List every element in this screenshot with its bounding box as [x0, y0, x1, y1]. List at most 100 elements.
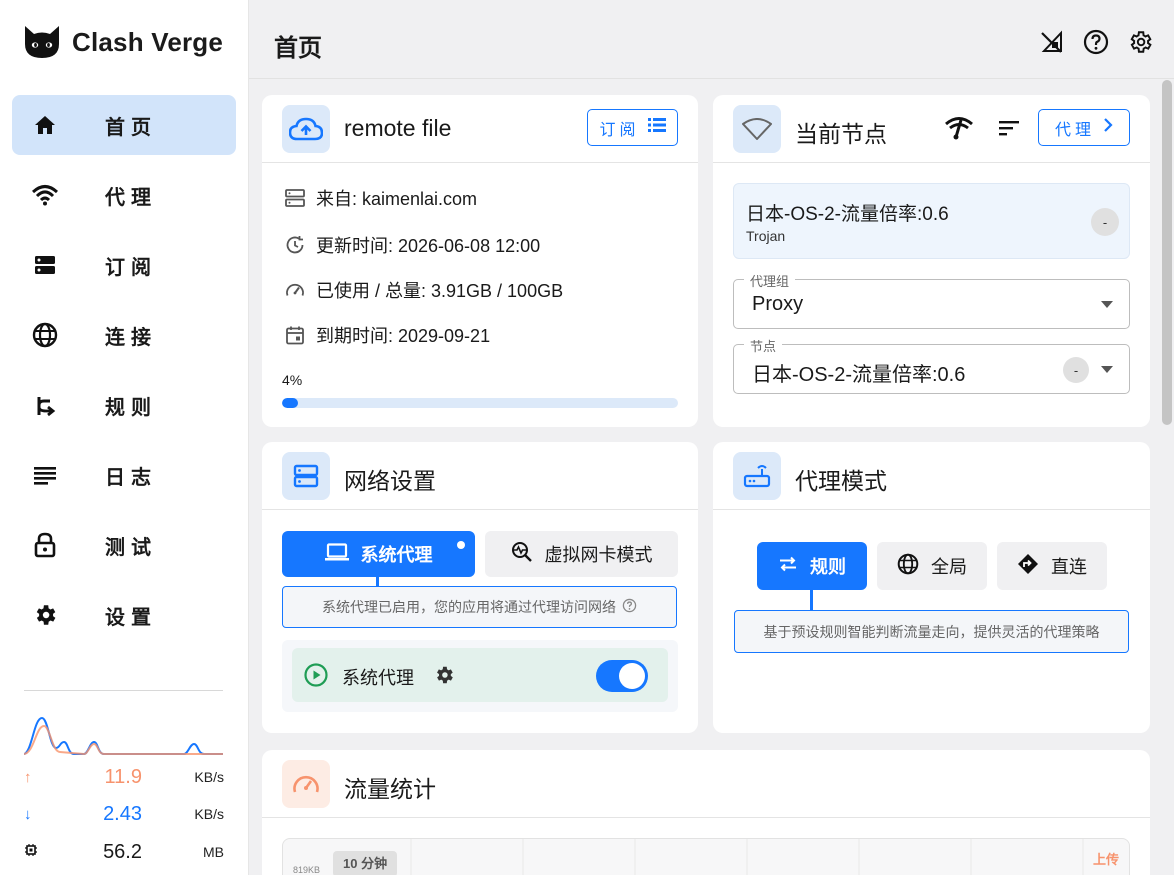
traffic-stats-title: 流量统计	[344, 776, 436, 802]
download-unit: KB/s	[194, 806, 224, 822]
node-delay-badge[interactable]: -	[1091, 208, 1119, 236]
proxy-mode-card-header: 代理模式	[713, 442, 1150, 510]
sidebar-item-test[interactable]: 测试	[12, 515, 236, 575]
mini-traffic-graph	[24, 716, 223, 756]
rule-mode-button[interactable]: 规则	[757, 542, 867, 590]
arrow-down-icon: ↓	[24, 805, 32, 823]
profile-card-header: remote file 订阅	[262, 95, 698, 163]
sidebar-item-subscriptions[interactable]: 订阅	[12, 235, 236, 295]
system-proxy-row-label: 系统代理	[342, 668, 414, 688]
profile-usage: 已使用 / 总量: 3.91GB / 100GB	[316, 281, 564, 301]
wifi-icon	[32, 182, 58, 208]
help-outline-icon[interactable]	[622, 598, 637, 616]
dropdown-arrow-icon	[1101, 301, 1113, 308]
rule-mode-label: 规则	[810, 557, 846, 577]
current-node-title: 当前节点	[795, 121, 887, 147]
memory-unit: MB	[203, 844, 224, 860]
proxy-mode-tip: 基于预设规则智能判断流量走向，提供灵活的代理策略	[734, 610, 1129, 653]
current-node-box: 日本-OS-2-流量倍率:0.6 Trojan -	[733, 183, 1130, 259]
page-title: 首页	[274, 35, 322, 62]
profile-usage-row: 已使用 / 总量: 3.91GB / 100GB	[284, 277, 563, 303]
chart-grid	[410, 839, 1084, 875]
direct-mode-button[interactable]: 直连	[997, 542, 1107, 590]
wifi-outline-icon	[733, 105, 781, 153]
proxy-group-select[interactable]: 代理组 Proxy	[733, 271, 1130, 329]
network-scan-icon	[511, 541, 533, 568]
list-icon	[647, 117, 666, 138]
memory-chip-icon	[24, 843, 44, 861]
sidebar-item-home[interactable]: 首页	[12, 95, 236, 155]
speedometer-icon	[284, 279, 306, 301]
arrow-up-icon: ↑	[24, 768, 32, 786]
time-range-button[interactable]: 10 分钟	[333, 851, 398, 875]
profile-card: remote file 订阅 来自: kaimenlai.com 更新时间: 2…	[262, 95, 698, 427]
proxy-mode-title: 代理模式	[795, 468, 887, 494]
sidebar-item-label: 代理	[105, 186, 157, 209]
app-logo: Clash Verge	[22, 24, 223, 60]
node-select[interactable]: 节点 日本-OS-2-流量倍率:0.6 -	[733, 336, 1130, 394]
cloud-upload-icon	[282, 105, 330, 153]
system-proxy-mode-button[interactable]: 系统代理	[282, 531, 475, 577]
system-proxy-toggle[interactable]	[596, 660, 648, 692]
network-check-icon[interactable]	[945, 115, 973, 146]
sidebar-item-rules[interactable]: 规则	[12, 375, 236, 435]
sidebar-item-label: 日志	[105, 466, 157, 489]
current-node-name: 日本-OS-2-流量倍率:0.6	[746, 204, 949, 225]
globe-icon	[32, 322, 58, 348]
sidebar-item-settings[interactable]: 设置	[12, 585, 236, 645]
profile-source-row: 来自: kaimenlai.com	[284, 185, 477, 211]
profile-expire: 到期时间: 2029-09-21	[316, 326, 491, 346]
node-select-delay-badge[interactable]: -	[1063, 357, 1089, 383]
router-icon	[733, 452, 781, 500]
usage-progress-bar	[282, 398, 678, 408]
system-proxy-tip: 系统代理已启用，您的应用将通过代理访问网络	[282, 586, 677, 628]
swap-arrows-icon	[778, 556, 798, 577]
network-off-icon[interactable]	[1038, 28, 1066, 56]
memory-value: 56.2	[103, 840, 142, 863]
toggle-knob	[619, 663, 645, 689]
sidebar-item-label: 订阅	[105, 256, 157, 279]
main-scrollbar[interactable]	[1162, 80, 1172, 425]
sidebar-item-logs[interactable]: 日志	[12, 445, 236, 505]
proxy-group-value: Proxy	[752, 293, 804, 315]
storage-icon	[32, 252, 58, 278]
global-mode-button[interactable]: 全局	[877, 542, 987, 590]
system-proxy-mode-label: 系统代理	[360, 545, 433, 565]
fork-icon	[32, 392, 58, 418]
profile-update-row: 更新时间: 2026-06-08 12:00	[284, 232, 540, 258]
sidebar-item-label: 规则	[105, 396, 157, 419]
laptop-icon	[324, 542, 349, 566]
list-icon	[32, 462, 58, 488]
node-select-label: 节点	[744, 336, 783, 355]
traffic-chart: 819KB 10 分钟 上传	[282, 838, 1130, 875]
usage-progress-fill	[282, 398, 298, 408]
proxy-mode-card: 代理模式 规则 全局 直连 基于预设规则智能判断流量走向，提供灵活的代理策略	[713, 442, 1150, 733]
sidebar-item-label: 设置	[105, 606, 157, 629]
sort-icon[interactable]	[999, 119, 1019, 142]
network-settings-title: 网络设置	[344, 468, 436, 494]
home-icon	[32, 112, 58, 138]
tun-mode-button[interactable]: 虚拟网卡模式	[485, 531, 678, 577]
header-actions	[1038, 28, 1154, 56]
server-icon	[282, 452, 330, 500]
proxy-group-label: 代理组	[744, 271, 796, 290]
direct-mode-label: 直连	[1051, 557, 1087, 577]
download-speed: ↓ 2.43 KB/s	[24, 803, 224, 825]
sidebar-item-connections[interactable]: 连接	[12, 305, 236, 365]
tun-mode-label: 虚拟网卡模式	[544, 545, 653, 565]
node-select-value: 日本-OS-2-流量倍率:0.6	[752, 364, 966, 386]
app-name: Clash Verge	[72, 26, 224, 57]
header-divider	[249, 78, 1174, 79]
system-proxy-settings-icon[interactable]	[433, 664, 455, 691]
go-proxies-button[interactable]: 代理	[1038, 109, 1130, 146]
settings-icon[interactable]	[1126, 28, 1154, 56]
upload-speed: ↑ 11.9 KB/s	[24, 766, 224, 788]
current-node-type: Trojan	[746, 228, 786, 244]
dns-icon	[284, 187, 306, 209]
subscriptions-button[interactable]: 订阅	[587, 109, 678, 146]
gear-icon	[32, 602, 58, 628]
current-node-card: 当前节点 代理 日本-OS-2-流量倍率:0.6 Trojan - 代理组 Pr…	[713, 95, 1150, 427]
sidebar-item-label: 测试	[105, 536, 157, 559]
sidebar-item-proxy[interactable]: 代理	[12, 165, 236, 225]
help-icon[interactable]	[1082, 28, 1110, 56]
